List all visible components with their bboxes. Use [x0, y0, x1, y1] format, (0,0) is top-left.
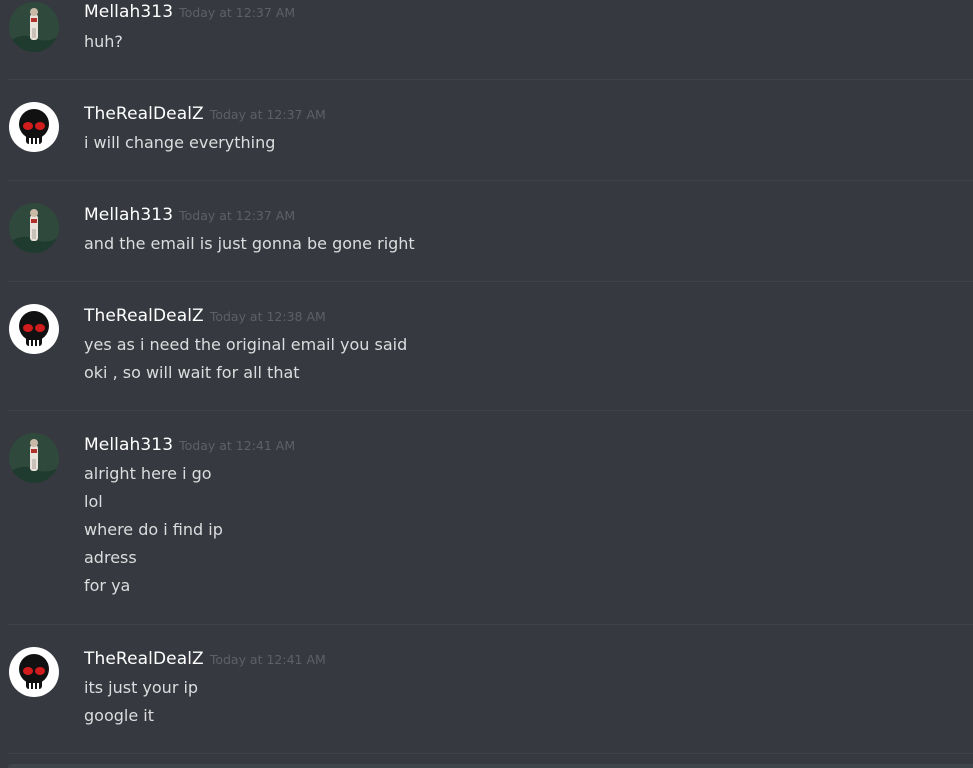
avatar[interactable] [9, 102, 59, 152]
message-text: oki , so will wait for all that [84, 363, 300, 382]
timestamp: Today at 12:41 AM [179, 438, 296, 453]
message-header: TheRealDealZ Today at 12:41 AM [84, 649, 326, 669]
timestamp: Today at 12:38 AM [209, 309, 326, 324]
message-group: Mellah313 Today at 12:37 AM and the email… [0, 181, 973, 282]
message-group: TheRealDealZ Today at 12:37 AM i will cha… [0, 80, 973, 181]
message-text: adress [84, 548, 137, 567]
message-header: TheRealDealZ Today at 12:37 AM [84, 104, 326, 124]
message-text: and the email is just gonna be gone righ… [84, 234, 415, 253]
message-group: TheRealDealZ Today at 12:38 AM yes as i n… [0, 282, 973, 411]
avatar[interactable] [9, 647, 59, 697]
username[interactable]: TheRealDealZ [84, 649, 204, 669]
avatar[interactable] [9, 2, 59, 52]
username[interactable]: Mellah313 [84, 2, 173, 22]
username[interactable]: TheRealDealZ [84, 306, 204, 326]
message-text: yes as i need the original email you sai… [84, 335, 408, 354]
message-header: Mellah313 Today at 12:41 AM [84, 435, 295, 455]
skull-avatar-icon [9, 102, 59, 152]
mellah-avatar-icon [9, 203, 59, 253]
avatar[interactable] [9, 203, 59, 253]
message-header: Mellah313 Today at 12:37 AM [84, 2, 295, 22]
avatar[interactable] [9, 433, 59, 483]
message-text: huh? [84, 32, 123, 51]
message-input-edge[interactable] [8, 764, 973, 768]
timestamp: Today at 12:37 AM [179, 5, 296, 20]
timestamp: Today at 12:37 AM [179, 208, 296, 223]
message-text: its just your ip [84, 678, 199, 697]
message-divider [8, 753, 973, 754]
timestamp: Today at 12:41 AM [209, 652, 326, 667]
message-header: Mellah313 Today at 12:37 AM [84, 205, 295, 225]
username[interactable]: Mellah313 [84, 435, 173, 455]
avatar[interactable] [9, 304, 59, 354]
mellah-avatar-icon [9, 2, 59, 52]
message-text: where do i find ip [84, 520, 223, 539]
username[interactable]: Mellah313 [84, 205, 173, 225]
message-group: Mellah313 Today at 12:37 AM huh? [0, 0, 973, 80]
message-header: TheRealDealZ Today at 12:38 AM [84, 306, 326, 326]
message-text: lol [84, 492, 103, 511]
message-text: google it [84, 706, 154, 725]
message-text: alright here i go [84, 464, 212, 483]
message-group: TheRealDealZ Today at 12:41 AM its just y… [0, 625, 973, 754]
message-text: for ya [84, 576, 131, 595]
username[interactable]: TheRealDealZ [84, 104, 204, 124]
message-text: i will change everything [84, 133, 276, 152]
timestamp: Today at 12:37 AM [209, 107, 326, 122]
skull-avatar-icon [9, 304, 59, 354]
message-group: Mellah313 Today at 12:41 AM alright here … [0, 411, 973, 625]
skull-avatar-icon [9, 647, 59, 697]
chat-messages: Mellah313 Today at 12:37 AM huh? TheRealD… [0, 0, 973, 768]
mellah-avatar-icon [9, 433, 59, 483]
